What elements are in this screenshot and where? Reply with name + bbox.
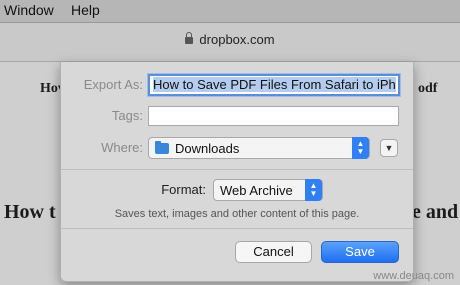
- cancel-button[interactable]: Cancel: [235, 241, 312, 263]
- address-bar[interactable]: dropbox.com: [0, 32, 460, 47]
- watermark: www.deuaq.com: [373, 270, 454, 282]
- save-button[interactable]: Save: [321, 241, 399, 263]
- where-popup[interactable]: Downloads ▲ ▼: [148, 137, 370, 159]
- lock-icon: [185, 32, 194, 44]
- divider: [61, 228, 413, 229]
- format-description: Saves text, images and other content of …: [114, 208, 360, 220]
- menu-bar: Window Help: [0, 0, 460, 23]
- page-title-fragment: How t: [4, 201, 56, 223]
- chevron-down-icon: ▼: [384, 143, 394, 153]
- page-heading-fragment: odf: [418, 81, 438, 96]
- browser-toolbar: dropbox.com: [0, 23, 460, 62]
- format-popup[interactable]: Web Archive ▲ ▼: [213, 179, 323, 201]
- where-label: Where:: [101, 140, 143, 155]
- menu-window[interactable]: Window: [4, 2, 54, 18]
- export-as-label: Export As:: [83, 77, 143, 92]
- format-value: Web Archive: [220, 183, 293, 198]
- chevron-updown-icon: ▲ ▼: [352, 137, 369, 159]
- export-dialog: Export As: How to Save PDF Files From Sa…: [60, 62, 414, 282]
- export-as-field[interactable]: How to Save PDF Files From Safari to iPh: [148, 74, 400, 96]
- chevron-updown-icon: ▲ ▼: [305, 179, 322, 201]
- menu-help[interactable]: Help: [71, 2, 100, 18]
- address-text: dropbox.com: [199, 32, 275, 47]
- where-value: Downloads: [175, 141, 240, 156]
- tags-field[interactable]: [148, 106, 399, 126]
- format-label: Format:: [161, 182, 206, 197]
- export-as-value: How to Save PDF Files From Safari to iPh: [153, 77, 396, 92]
- folder-icon: [155, 141, 169, 154]
- divider: [61, 169, 413, 170]
- expand-button[interactable]: ▼: [380, 139, 398, 157]
- tags-label: Tags:: [111, 108, 143, 123]
- page-title-fragment: e and: [412, 201, 459, 223]
